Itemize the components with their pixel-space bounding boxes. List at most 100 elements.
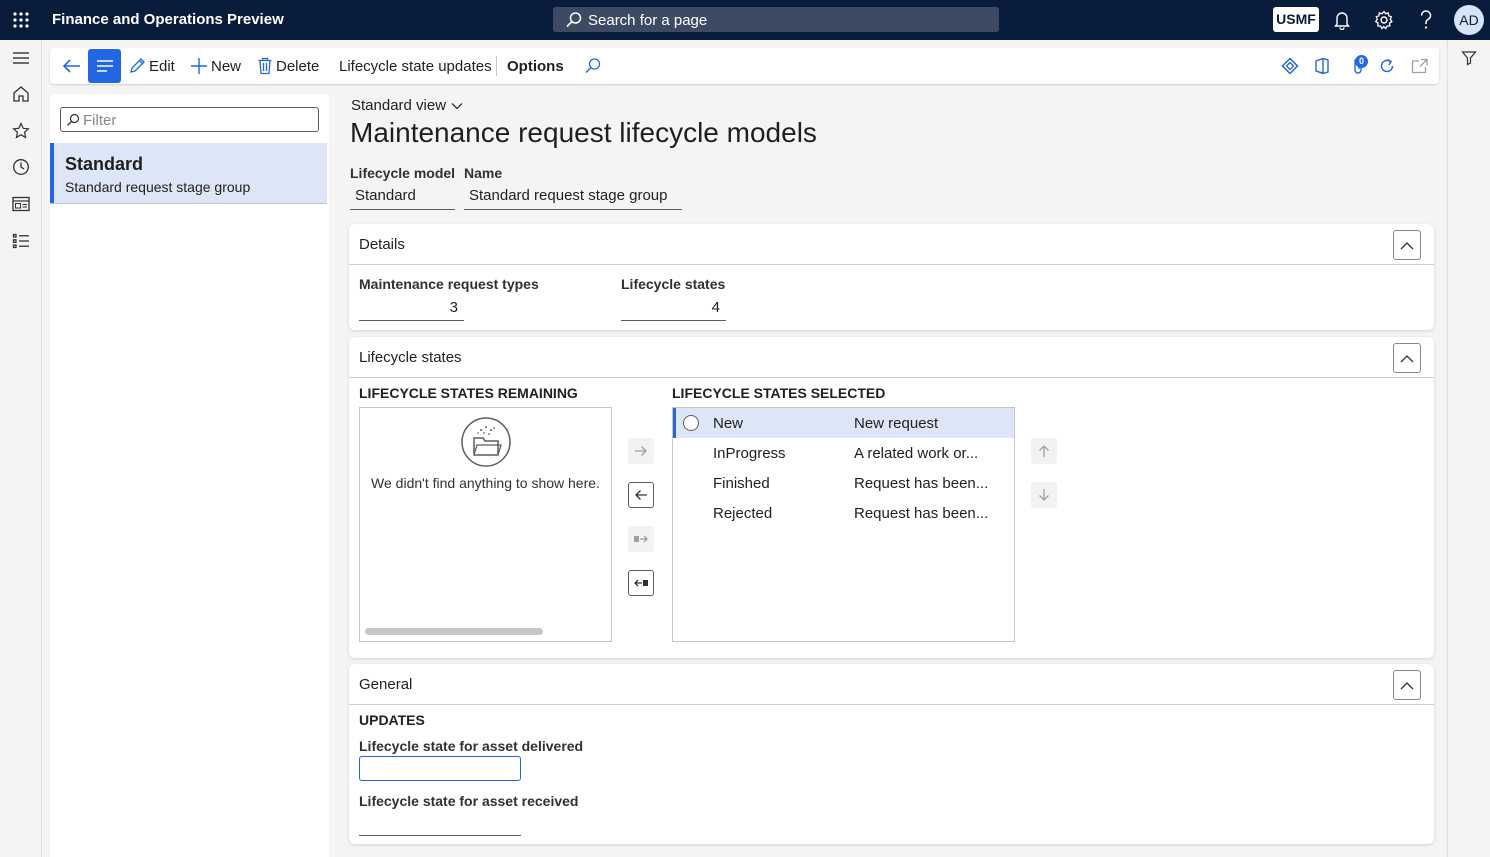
workspaces-icon[interactable] (10, 193, 32, 215)
horizontal-scrollbar[interactable] (365, 628, 543, 635)
lifecycle-states-title: Lifecycle states (359, 349, 462, 366)
edit-button[interactable]: Edit (128, 48, 175, 84)
row-selection-bar (673, 408, 676, 438)
top-bar: Finance and Operations Preview Search fo… (0, 0, 1490, 40)
delete-button[interactable]: Delete (257, 48, 319, 84)
remaining-section-title: LIFECYCLE STATES REMAINING (359, 385, 578, 401)
arrow-down-icon (1038, 488, 1050, 502)
chevron-down-icon (446, 102, 463, 110)
maintenance-request-types-label: Maintenance request types (359, 276, 539, 292)
notification-count-badge: 0 (1355, 55, 1368, 68)
search-icon (565, 11, 583, 29)
list-toggle-button[interactable] (88, 49, 121, 83)
home-icon[interactable] (10, 83, 32, 105)
open-in-new-window-icon[interactable] (1410, 56, 1430, 76)
plus-icon (190, 57, 208, 75)
company-picker[interactable]: USMF (1273, 7, 1319, 32)
pencil-icon (128, 57, 146, 75)
action-divider (496, 56, 497, 76)
lifecycle-state-updates-button[interactable]: Lifecycle state updates (339, 48, 492, 84)
list-filter-field[interactable] (60, 107, 319, 132)
gear-icon[interactable] (1372, 8, 1396, 32)
remove-state-button[interactable] (628, 482, 654, 508)
table-row[interactable]: InProgress A related work or... (673, 438, 1014, 468)
lifecycle-model-field[interactable]: Standard (350, 183, 455, 210)
list-lines-icon (96, 59, 114, 73)
favorites-star-icon[interactable] (10, 120, 32, 142)
power-apps-diamond-icon[interactable] (1280, 56, 1300, 76)
remove-all-states-button[interactable] (628, 570, 654, 596)
app-launcher-icon[interactable] (8, 7, 34, 33)
new-button[interactable]: New (190, 48, 241, 84)
lifecycle-states-fasttab: Lifecycle states LIFECYCLE STATES REMAIN… (349, 337, 1434, 658)
maintenance-request-types-value[interactable]: 3 (359, 299, 464, 321)
lifecycle-states-header[interactable]: Lifecycle states (349, 337, 1434, 378)
row-select-radio[interactable] (683, 415, 699, 431)
list-divider (50, 203, 327, 204)
move-up-button[interactable] (1031, 438, 1057, 464)
selected-section-title: LIFECYCLE STATES SELECTED (672, 385, 886, 401)
general-fasttab: General UPDATES Lifecycle state for asse… (349, 664, 1434, 844)
lifecycle-collapse-button[interactable] (1393, 343, 1421, 373)
lifecycle-states-count-label: Lifecycle states (621, 276, 726, 292)
empty-folder-icon (459, 417, 513, 467)
move-all-right-icon (633, 534, 649, 544)
recent-clock-icon[interactable] (10, 156, 32, 178)
description-cell: Request has been... (854, 505, 989, 522)
page-title: Maintenance request lifecycle models (350, 117, 817, 148)
name-field[interactable]: Standard request stage group (464, 183, 682, 210)
remaining-states-grid: We didn't find anything to show here. (359, 407, 612, 642)
options-tab[interactable]: Options (507, 48, 564, 84)
description-cell: A related work or... (854, 445, 979, 462)
table-row[interactable]: New New request (673, 408, 1014, 438)
add-all-states-button[interactable] (628, 526, 654, 552)
modules-list-icon[interactable] (10, 230, 32, 252)
lifecycle-states-count-value[interactable]: 4 (621, 299, 726, 321)
asset-received-field[interactable] (359, 811, 521, 836)
description-cell: New request (854, 415, 939, 432)
view-name: Standard view (351, 97, 447, 114)
description-cell: Request has been... (854, 475, 989, 492)
action-search-icon[interactable] (583, 56, 603, 76)
move-down-button[interactable] (1031, 482, 1057, 508)
general-header[interactable]: General (349, 664, 1434, 705)
details-title: Details (359, 236, 405, 253)
list-item[interactable]: Standard Standard request stage group (50, 143, 327, 203)
filter-input[interactable] (83, 111, 313, 129)
asset-delivered-field[interactable] (359, 756, 521, 781)
details-header[interactable]: Details (349, 224, 1434, 265)
state-cell: New (713, 415, 744, 432)
asset-delivered-label: Lifecycle state for asset delivered (359, 738, 584, 754)
view-selector[interactable]: Standard view (351, 97, 463, 114)
user-avatar[interactable]: AD (1454, 5, 1484, 35)
options-label: Options (507, 57, 564, 75)
hamburger-menu-icon[interactable] (10, 47, 32, 69)
new-label: New (211, 57, 242, 75)
app-title: Finance and Operations Preview (52, 11, 284, 28)
state-cell: Rejected (713, 505, 773, 522)
office-icon[interactable] (1312, 56, 1332, 76)
selected-states-grid: New New request InProgress A related wor… (672, 407, 1015, 642)
search-placeholder: Search for a page (588, 12, 708, 29)
list-item-subtitle: Standard request stage group (65, 179, 251, 195)
table-row[interactable]: Rejected Request has been... (673, 498, 1014, 528)
edit-label: Edit (149, 57, 175, 75)
page-search-input[interactable]: Search for a page (553, 7, 999, 32)
chevron-up-icon (1400, 681, 1414, 690)
back-arrow-icon[interactable] (61, 56, 81, 76)
action-pane: Edit New Delete Lifecycle state updates … (50, 48, 1439, 84)
right-filter-pane (1447, 40, 1490, 857)
general-collapse-button[interactable] (1393, 670, 1421, 700)
delete-label: Delete (276, 57, 320, 75)
name-label: Name (464, 165, 503, 181)
state-cell: InProgress (713, 445, 786, 462)
details-fasttab: Details Maintenance request types 3 Life… (349, 224, 1434, 330)
bell-icon[interactable] (1330, 8, 1354, 32)
add-state-button[interactable] (628, 438, 654, 464)
details-collapse-button[interactable] (1393, 230, 1421, 260)
refresh-icon[interactable] (1377, 56, 1397, 76)
filter-funnel-icon[interactable] (1461, 50, 1477, 66)
table-row[interactable]: Finished Request has been... (673, 468, 1014, 498)
help-icon[interactable] (1414, 8, 1438, 32)
chevron-up-icon (1400, 241, 1414, 250)
